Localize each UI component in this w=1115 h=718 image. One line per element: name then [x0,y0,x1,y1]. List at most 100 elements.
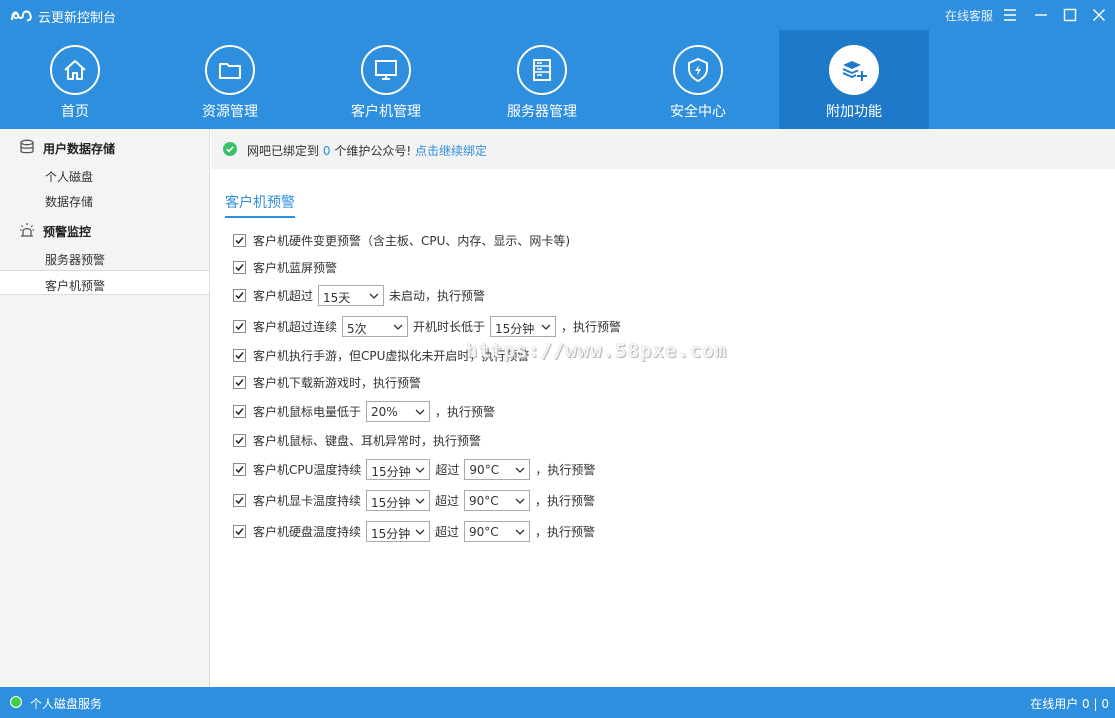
option-download-game: 客户机下载新游戏时，执行预警 [233,371,421,393]
nav-clients-circle [361,45,411,95]
server-icon [533,59,551,81]
close-icon [1093,9,1105,21]
sidebar-group-label: 预警监控 [43,225,92,239]
layers-plus-icon [842,61,867,81]
sidebar-item-server-alerts[interactable]: 服务器预警 [0,245,209,270]
sidebar-group-alerts[interactable]: 预警监控 [0,216,209,244]
online-service-link[interactable]: 在线客服 [945,7,993,24]
nav-resources-circle [205,45,255,95]
chevron-down-icon [415,409,425,415]
nav-home-circle [50,45,100,95]
option-label: 客户机显卡温度持续 [253,493,362,508]
checkbox[interactable] [233,524,246,538]
maximize-button[interactable] [1059,4,1081,26]
gpu-duration-select[interactable]: 15分钟 [366,489,431,511]
select-value: 90°C [469,524,499,539]
checkbox[interactable] [233,288,246,302]
sidebar-item-label: 数据存储 [45,195,94,209]
maximize-icon [1063,8,1077,22]
sidebar-item-data-storage[interactable]: 数据存储 [0,187,209,212]
sidebar-item-label: 个人磁盘 [45,170,94,184]
option-label: ，执行预警 [535,493,596,508]
chevron-down-icon [415,467,425,473]
disk-temp-select[interactable]: 90°C [464,520,531,542]
uptime-select[interactable]: 15分钟 [490,315,557,337]
database-icon [20,139,34,154]
checkmark-icon [235,496,244,504]
checkmark-icon [235,236,244,244]
nav-security-label: 安全中心 [670,104,726,120]
sidebar: 用户数据存储 个人磁盘 数据存储 预警监控 服务器预警 客户机预警 [0,129,210,687]
option-label: 客户机超过连续 [253,319,338,334]
nav-clients[interactable]: 客户机管理 [311,30,461,129]
nav-servers-label: 服务器管理 [507,104,577,120]
option-disk-temp: 客户机硬盘温度持续 15分钟 超过 90°C ，执行预警 [233,520,595,542]
folder-icon [219,63,241,79]
watermark-text: https://www.58pxe.com [466,340,728,362]
checkbox[interactable] [233,348,246,362]
option-gpu-temp: 客户机显卡温度持续 15分钟 超过 90°C ，执行预警 [233,489,595,511]
select-value: 90°C [469,493,499,508]
cpu-duration-select[interactable]: 15分钟 [366,458,431,480]
chevron-down-icon [369,293,379,299]
select-value: 20% [371,404,398,419]
nav-resources[interactable]: 资源管理 [155,30,305,129]
checkbox[interactable] [233,319,246,333]
select-value: 15分钟 [371,464,411,479]
chevron-down-icon [393,324,403,330]
cpu-temp-select[interactable]: 90°C [464,458,531,480]
monitor-icon [375,60,397,80]
chevron-down-icon [515,498,525,504]
option-label: 客户机鼠标、键盘、耳机异常时，执行预警 [253,433,482,448]
main-content: 网吧已绑定到 0 个维护公众号! 点击继续绑定 客户机预警 客户机硬件变更预警（… [211,129,1115,687]
select-value: 15分钟 [495,321,535,336]
app-title: 云更新控制台 [38,11,117,26]
option-not-started: 客户机超过 15天 未启动，执行预警 [233,284,485,306]
notice-suffix: 个维护公众号! [334,144,412,158]
nav-home[interactable]: 首页 [0,30,150,129]
nav-security-circle [673,45,723,95]
hamburger-icon [1004,9,1016,21]
minimize-button[interactable] [1030,4,1052,26]
checkmark-icon [235,407,244,415]
times-select[interactable]: 5次 [342,315,409,337]
notice-prefix: 网吧已绑定到 [247,144,320,158]
chevron-down-icon [415,498,425,504]
sidebar-group-user-storage[interactable]: 用户数据存储 [0,133,209,161]
chevron-down-icon [515,467,525,473]
checkbox[interactable] [233,233,246,247]
option-cpu-temp: 客户机CPU温度持续 15分钟 超过 90°C ，执行预警 [233,458,595,480]
section-title: 客户机预警 [225,192,295,218]
notice-count: 0 [322,144,331,158]
disk-duration-select[interactable]: 15分钟 [366,520,431,542]
nav-servers[interactable]: 服务器管理 [467,30,617,129]
nav-clients-label: 客户机管理 [351,104,421,120]
close-button[interactable] [1088,4,1110,26]
status-service[interactable]: 个人磁盘服务 [30,695,102,712]
nav-security[interactable]: 安全中心 [623,30,773,129]
sidebar-item-personal-disk[interactable]: 个人磁盘 [0,162,209,187]
battery-select[interactable]: 20% [366,400,431,422]
chevron-down-icon [415,529,425,535]
checkbox[interactable] [233,404,246,418]
shield-icon [688,58,708,82]
checkmark-icon [235,263,244,271]
menu-button[interactable] [999,4,1021,26]
sidebar-group-label: 用户数据存储 [43,142,116,156]
option-label: 客户机硬盘温度持续 [253,524,362,539]
checkbox[interactable] [233,433,246,447]
checkbox[interactable] [233,462,246,476]
checkbox[interactable] [233,375,246,389]
gpu-temp-select[interactable]: 90°C [464,489,531,511]
home-icon [64,60,86,80]
checkbox[interactable] [233,493,246,507]
nav-addons[interactable]: 附加功能 [779,30,929,129]
days-select[interactable]: 15天 [318,284,385,306]
alarm-icon [20,223,34,237]
sidebar-item-client-alerts[interactable]: 客户机预警 [0,270,209,295]
option-peripheral-error: 客户机鼠标、键盘、耳机异常时，执行预警 [233,429,481,451]
checkbox[interactable] [233,260,246,274]
continue-binding-link[interactable]: 点击继续绑定 [415,144,487,158]
checkmark-icon [235,527,244,535]
checkmark-icon [235,378,244,386]
